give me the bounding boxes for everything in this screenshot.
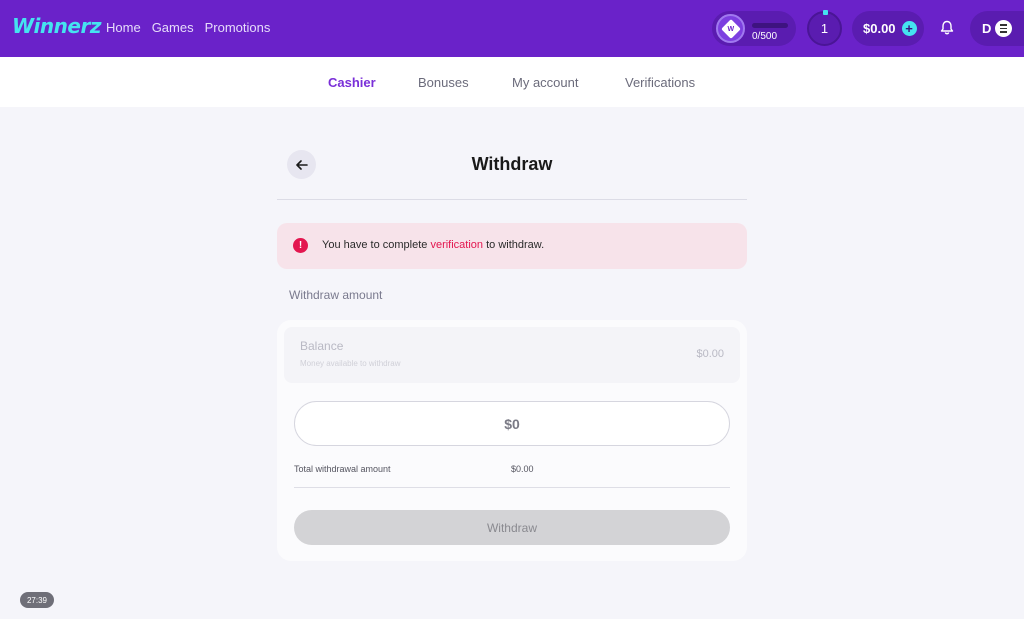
wallet-balance: $0.00 — [863, 21, 896, 36]
arrow-left-icon — [295, 159, 308, 170]
wallet-button[interactable]: $0.00 + — [852, 11, 924, 46]
level-badge-icon: W — [716, 14, 745, 43]
total-withdrawal-label: Total withdrawal amount — [294, 464, 391, 474]
level-progress[interactable]: W 0/500 — [712, 11, 796, 46]
balance-value: $0.00 — [696, 348, 724, 360]
withdraw-amount-input[interactable] — [294, 401, 730, 446]
hamburger-menu-icon[interactable] — [995, 20, 1012, 37]
deposit-plus-icon[interactable]: + — [901, 21, 917, 36]
avatar: D — [982, 21, 992, 36]
verification-link[interactable]: verification — [430, 239, 483, 251]
exclamation-icon: ! — [293, 238, 308, 253]
total-withdrawal-value: $0.00 — [511, 464, 534, 474]
withdraw-card: Balance Money available to withdraw $0.0… — [277, 320, 747, 561]
header-divider — [277, 199, 747, 200]
nav-games[interactable]: Games — [152, 20, 194, 35]
account-subnav: Cashier Bonuses My account Verifications — [0, 57, 1024, 107]
back-button[interactable] — [287, 150, 316, 179]
nav-promotions[interactable]: Promotions — [205, 20, 271, 35]
indicator-dot-icon — [823, 10, 828, 15]
winnerz-logo[interactable]: Winnerz — [12, 14, 101, 38]
nav-home[interactable]: Home — [106, 20, 141, 35]
session-timer: 27:39 — [20, 592, 54, 608]
withdraw-button[interactable]: Withdraw — [294, 510, 730, 545]
top-bar: Winnerz Home Games Promotions W 0/500 1 … — [0, 0, 1024, 57]
tab-bonuses[interactable]: Bonuses — [418, 75, 469, 90]
tab-verifications[interactable]: Verifications — [625, 75, 695, 90]
tab-my-account[interactable]: My account — [512, 75, 578, 90]
user-menu-button[interactable]: D — [970, 11, 1024, 46]
notification-count-badge[interactable]: 1 — [807, 10, 842, 46]
balance-panel: Balance Money available to withdraw $0.0… — [284, 327, 740, 383]
page-title: Withdraw — [471, 154, 553, 174]
level-progress-bar — [752, 23, 788, 28]
main-nav: Home Games Promotions — [106, 20, 270, 35]
balance-subtitle: Money available to withdraw — [300, 359, 401, 368]
withdraw-amount-label: Withdraw amount — [289, 288, 383, 302]
verification-alert: ! You have to complete verification to w… — [277, 223, 747, 269]
alert-message: You have to complete verification to wit… — [322, 239, 545, 251]
balance-title: Balance — [300, 339, 344, 353]
bell-icon[interactable] — [939, 20, 955, 36]
card-divider — [294, 487, 730, 488]
level-progress-text: 0/500 — [752, 31, 778, 42]
tab-cashier[interactable]: Cashier — [328, 75, 376, 90]
